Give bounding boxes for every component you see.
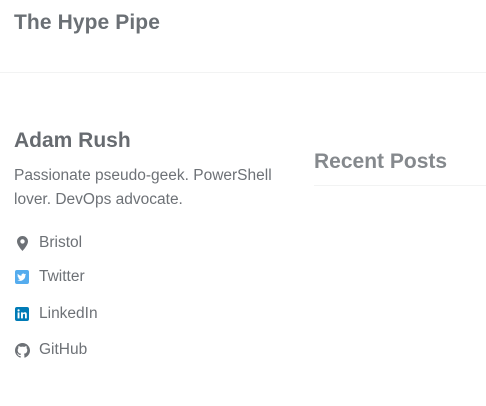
- github-icon: [14, 342, 30, 358]
- author-location: Bristol: [14, 232, 82, 254]
- location-label: Bristol: [39, 234, 83, 251]
- github-link[interactable]: GitHub: [14, 339, 87, 361]
- twitter-label: Twitter: [39, 268, 85, 285]
- author-profile: Adam Rush Passionate pseudo-geek. PowerS…: [14, 127, 294, 212]
- linkedin-icon: [14, 306, 30, 322]
- author-name: Adam Rush: [14, 129, 131, 152]
- twitter-icon: [14, 269, 30, 285]
- github-label: GitHub: [39, 341, 88, 358]
- recent-posts-section: Recent Posts: [314, 148, 486, 186]
- recent-posts-heading: Recent Posts: [314, 150, 448, 173]
- site-title-link[interactable]: The Hype Pipe: [14, 11, 160, 35]
- linkedin-label: LinkedIn: [39, 305, 98, 322]
- map-marker-icon: [14, 235, 30, 251]
- twitter-link[interactable]: Twitter: [14, 266, 85, 288]
- masthead: The Hype Pipe: [0, 0, 486, 73]
- author-bio: Passionate pseudo-geek. PowerShell lover…: [14, 167, 272, 208]
- linkedin-link[interactable]: LinkedIn: [14, 303, 98, 325]
